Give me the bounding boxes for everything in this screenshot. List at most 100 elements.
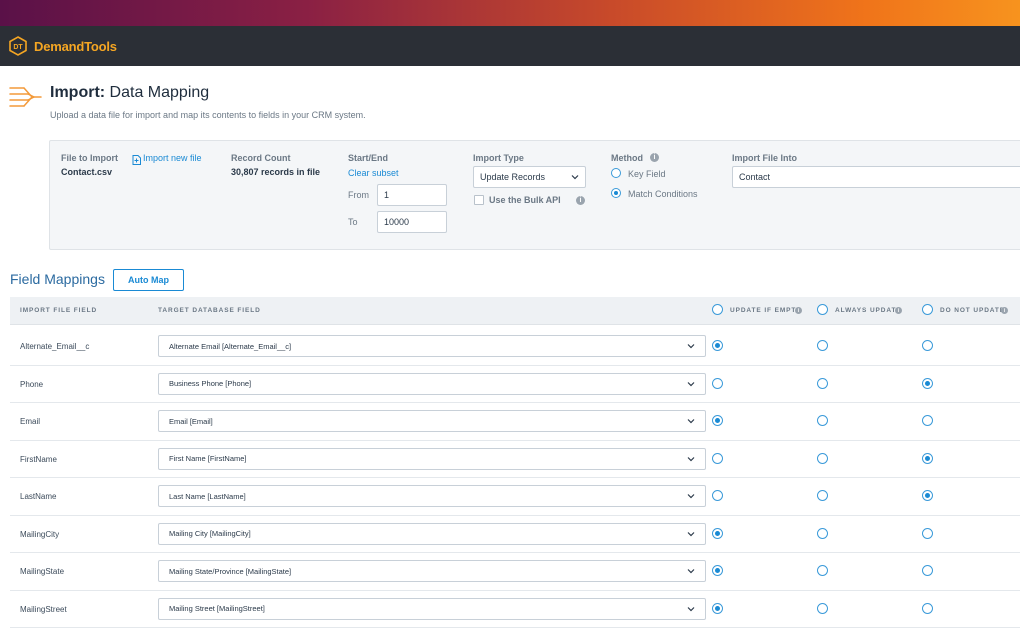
select-all-always-update-radio[interactable] bbox=[817, 304, 828, 315]
method-match-conditions-radio[interactable] bbox=[611, 188, 621, 198]
import-file-icon[interactable] bbox=[132, 152, 141, 165]
method-key-field-radio[interactable] bbox=[611, 168, 621, 178]
always-update-radio[interactable] bbox=[817, 490, 828, 501]
do-not-update-radio[interactable] bbox=[922, 452, 933, 464]
always-update-radio[interactable] bbox=[817, 340, 828, 351]
chevron-down-icon bbox=[687, 606, 695, 611]
chevron-down-icon bbox=[687, 381, 695, 386]
do-not-update-radio[interactable] bbox=[922, 340, 933, 351]
col-target-database-field: Target Database Field bbox=[158, 307, 261, 314]
start-end-label: Start/End bbox=[348, 153, 389, 163]
table-row: LastName Last Name [LastName] bbox=[10, 478, 1020, 516]
method-label: Method bbox=[611, 153, 643, 163]
col-always-update: Always update bbox=[835, 307, 902, 314]
clear-subset-link[interactable]: Clear subset bbox=[348, 168, 399, 178]
table-row: MailingStreet Mailing Street [MailingStre… bbox=[10, 590, 1020, 628]
always-update-radio[interactable] bbox=[817, 527, 828, 539]
target-field-value: Mailing Street [MailingStreet] bbox=[169, 604, 265, 613]
top-gradient-bar bbox=[0, 0, 1020, 26]
target-field-value: Business Phone [Phone] bbox=[169, 379, 252, 388]
update-if-empty-radio[interactable] bbox=[712, 452, 723, 464]
target-field-select[interactable]: Alternate Email [Alternate_Email__c] bbox=[158, 335, 706, 357]
page-title: Import: Data Mapping bbox=[50, 84, 209, 102]
logo-icon: DT bbox=[8, 36, 28, 56]
always-update-radio[interactable] bbox=[817, 377, 828, 389]
chevron-down-icon bbox=[687, 531, 695, 536]
table-row: Email Email [Email] bbox=[10, 403, 1020, 441]
do-not-update-radio[interactable] bbox=[922, 527, 933, 539]
import-new-file-link[interactable]: Import new file bbox=[143, 153, 202, 163]
bulk-api-info-icon[interactable]: i bbox=[576, 196, 585, 205]
select-all-do-not-update-radio[interactable] bbox=[922, 304, 933, 315]
import-type-select[interactable]: Update Records bbox=[473, 166, 586, 188]
method-match-conditions-label: Match Conditions bbox=[628, 189, 698, 199]
chevron-down-icon bbox=[687, 344, 695, 349]
import-file-field: FirstName bbox=[20, 454, 57, 464]
import-file-field: MailingState bbox=[20, 567, 65, 576]
import-into-select[interactable]: Contact bbox=[732, 166, 1020, 188]
field-mappings-title: Field Mappings bbox=[10, 271, 105, 287]
chevron-down-icon bbox=[571, 175, 579, 180]
target-field-select[interactable]: Business Phone [Phone] bbox=[158, 372, 706, 395]
update-if-empty-radio[interactable] bbox=[712, 415, 723, 426]
col-update-if-empty: Update if empty bbox=[730, 307, 802, 314]
target-field-select[interactable]: Email [Email] bbox=[158, 410, 706, 432]
import-into-label: Import File Into bbox=[732, 153, 797, 163]
do-not-update-radio[interactable] bbox=[922, 565, 933, 576]
target-field-select[interactable]: Last Name [LastName] bbox=[158, 485, 706, 507]
import-file-field: MailingStreet bbox=[20, 604, 67, 614]
from-label: From bbox=[348, 190, 369, 200]
target-field-select[interactable]: First Name [FirstName] bbox=[158, 447, 706, 470]
update-if-empty-info-icon[interactable]: i bbox=[795, 307, 802, 314]
always-update-radio[interactable] bbox=[817, 415, 828, 426]
always-update-info-icon[interactable]: i bbox=[895, 307, 902, 314]
do-not-update-radio[interactable] bbox=[922, 377, 933, 389]
from-input[interactable]: 1 bbox=[377, 184, 447, 206]
do-not-update-info-icon[interactable]: i bbox=[1001, 307, 1008, 314]
import-file-field: LastName bbox=[20, 492, 57, 501]
target-field-value: Mailing State/Province [MailingState] bbox=[169, 566, 292, 576]
target-field-value: Mailing City [MailingCity] bbox=[169, 529, 251, 538]
method-info-icon[interactable]: i bbox=[650, 153, 659, 162]
always-update-radio[interactable] bbox=[817, 565, 828, 576]
update-if-empty-radio[interactable] bbox=[712, 565, 723, 576]
record-count-value: 30,807 records in file bbox=[231, 167, 321, 177]
do-not-update-radio[interactable] bbox=[922, 490, 933, 501]
do-not-update-radio[interactable] bbox=[922, 415, 933, 426]
svg-text:DT: DT bbox=[13, 44, 23, 51]
target-field-select[interactable]: Mailing Street [MailingStreet] bbox=[158, 597, 706, 620]
target-field-select[interactable]: Mailing City [MailingCity] bbox=[158, 522, 706, 545]
update-if-empty-radio[interactable] bbox=[712, 490, 723, 501]
mapping-grid-header: Import File Field Target Database Field … bbox=[10, 297, 1020, 325]
update-if-empty-radio[interactable] bbox=[712, 340, 723, 351]
app-name: DemandTools bbox=[34, 38, 117, 54]
target-field-select[interactable]: Mailing State/Province [MailingState] bbox=[158, 560, 706, 582]
update-if-empty-radio[interactable] bbox=[712, 602, 723, 614]
table-row: MailingState Mailing State/Province [Mail… bbox=[10, 553, 1020, 591]
col-do-not-update: Do not update bbox=[940, 307, 1006, 314]
chevron-down-icon bbox=[687, 419, 695, 424]
do-not-update-radio[interactable] bbox=[922, 602, 933, 614]
import-icon bbox=[8, 82, 44, 112]
always-update-radio[interactable] bbox=[817, 602, 828, 614]
page-title-rest: Data Mapping bbox=[105, 84, 210, 101]
bulk-api-checkbox[interactable] bbox=[474, 195, 484, 205]
import-settings-panel: File to Import Import new file Contact.c… bbox=[49, 140, 1020, 250]
target-field-value: First Name [FirstName] bbox=[169, 454, 247, 463]
auto-map-button[interactable]: Auto Map bbox=[113, 269, 184, 291]
to-label: To bbox=[348, 217, 358, 227]
to-input[interactable]: 10000 bbox=[377, 211, 447, 233]
always-update-radio[interactable] bbox=[817, 452, 828, 464]
bulk-api-label: Use the Bulk API bbox=[489, 195, 561, 205]
import-type-value: Update Records bbox=[480, 172, 546, 182]
target-field-value: Email [Email] bbox=[169, 416, 213, 426]
update-if-empty-radio[interactable] bbox=[712, 527, 723, 539]
update-if-empty-radio[interactable] bbox=[712, 377, 723, 389]
page-subtitle: Upload a data file for import and map it… bbox=[50, 110, 366, 120]
app-bar: DT DemandTools bbox=[0, 26, 1020, 66]
page-header: Import: Data Mapping Upload a data file … bbox=[0, 78, 1020, 124]
select-all-update-if-empty-radio[interactable] bbox=[712, 304, 723, 315]
table-row: Phone Business Phone [Phone] bbox=[10, 365, 1020, 403]
target-field-value: Last Name [LastName] bbox=[169, 491, 246, 501]
chevron-down-icon bbox=[687, 494, 695, 499]
